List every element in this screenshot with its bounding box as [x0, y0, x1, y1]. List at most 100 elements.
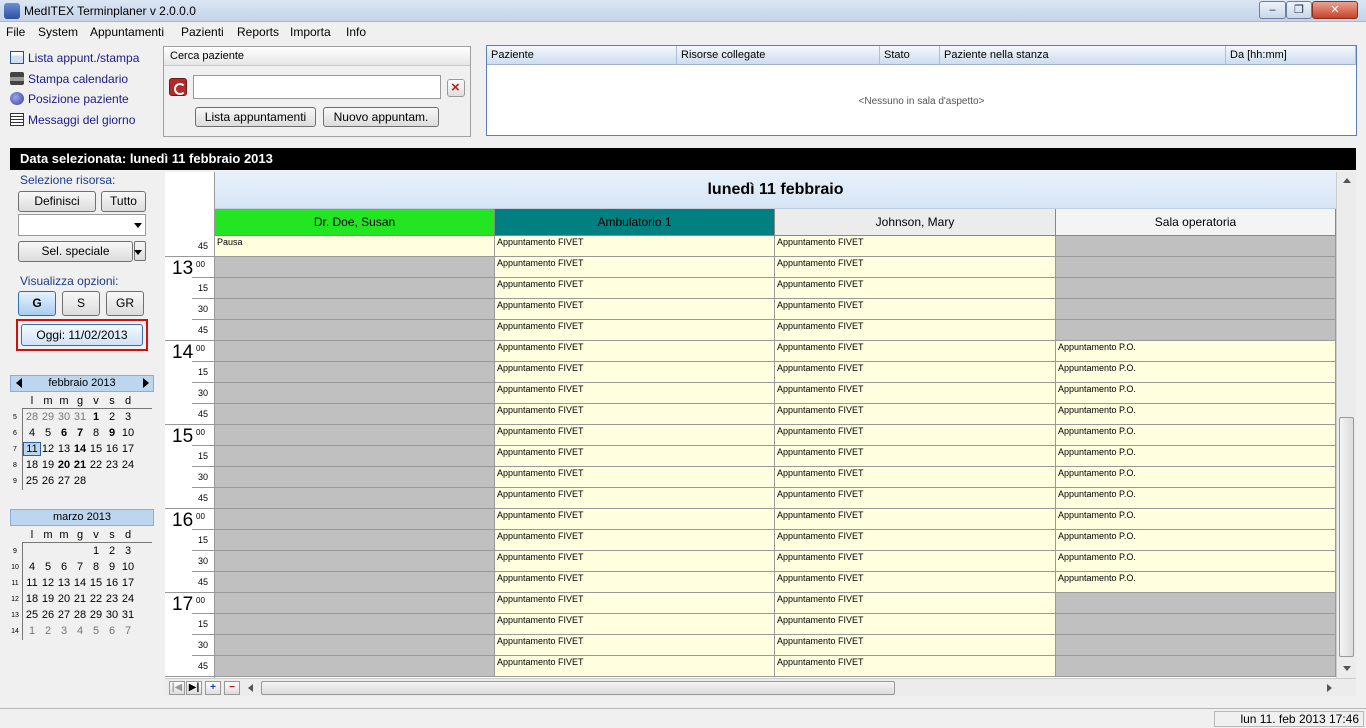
appointment-slot[interactable]: Appuntamento FIVET: [775, 530, 1056, 551]
calendar-day[interactable]: 23: [104, 593, 120, 605]
calendar-day[interactable]: 25: [24, 609, 40, 621]
calendar-day[interactable]: 26: [40, 475, 56, 487]
calendar-day[interactable]: 19: [40, 459, 56, 471]
calendar-day[interactable]: 14: [72, 577, 88, 589]
calendar-day[interactable]: 20: [56, 593, 72, 605]
calendar-day[interactable]: 25: [24, 475, 40, 487]
scroll-left-icon[interactable]: [248, 684, 253, 692]
unavailable-slot[interactable]: [215, 362, 495, 383]
define-button[interactable]: Definisci: [18, 191, 96, 212]
calendar-day[interactable]: 7: [72, 561, 88, 573]
calendar-day[interactable]: 6: [56, 427, 72, 439]
appointment-slot[interactable]: Appuntamento FIVET: [775, 362, 1056, 383]
appointment-slot[interactable]: Appuntamento FIVET: [775, 635, 1056, 656]
unavailable-slot[interactable]: [215, 488, 495, 509]
calendar-day[interactable]: 4: [24, 561, 40, 573]
calendar-day[interactable]: 17: [120, 577, 136, 589]
calendar-day[interactable]: 21: [72, 593, 88, 605]
calendar-day[interactable]: 30: [104, 609, 120, 621]
calendar-day[interactable]: 1: [88, 545, 104, 557]
resource-dropdown[interactable]: [18, 214, 146, 236]
unavailable-slot[interactable]: [215, 341, 495, 362]
calendar-day[interactable]: 13: [56, 577, 72, 589]
unavailable-slot[interactable]: [215, 383, 495, 404]
appointment-slot[interactable]: Pausa: [215, 236, 495, 257]
resource-header[interactable]: Johnson, Mary: [775, 209, 1056, 236]
unavailable-slot[interactable]: [1056, 236, 1336, 257]
next-month-icon[interactable]: [143, 378, 149, 388]
first-icon[interactable]: |◀: [169, 681, 185, 695]
appointment-slot[interactable]: Appuntamento FIVET: [775, 572, 1056, 593]
column-header-da[interactable]: Da [hh:mm]: [1226, 46, 1356, 65]
appointment-slot[interactable]: Appuntamento FIVET: [495, 404, 775, 425]
unavailable-slot[interactable]: [215, 614, 495, 635]
calendar-day[interactable]: 15: [88, 443, 104, 455]
calendar-day[interactable]: 26: [40, 609, 56, 621]
calendar-day[interactable]: 17: [120, 443, 136, 455]
calendar-day[interactable]: 23: [104, 459, 120, 471]
calendar-day[interactable]: 8: [88, 561, 104, 573]
calendar-day[interactable]: 5: [40, 561, 56, 573]
unavailable-slot[interactable]: [215, 404, 495, 425]
link-stampa-calendario[interactable]: Stampa calendario: [10, 72, 128, 88]
unavailable-slot[interactable]: [215, 530, 495, 551]
appointment-slot[interactable]: Appuntamento FIVET: [495, 614, 775, 635]
calendar-day[interactable]: 3: [120, 411, 136, 423]
calendar-day[interactable]: 19: [40, 593, 56, 605]
unavailable-slot[interactable]: [1056, 299, 1336, 320]
calendar-day[interactable]: 9: [104, 427, 120, 439]
appointment-slot[interactable]: Appuntamento FIVET: [775, 467, 1056, 488]
calendar-day[interactable]: 28: [72, 475, 88, 487]
calendar-day[interactable]: 3: [120, 545, 136, 557]
patient-search-input[interactable]: [193, 75, 441, 99]
close-button[interactable]: ✕: [1312, 1, 1358, 19]
appointment-slot[interactable]: Appuntamento FIVET: [495, 341, 775, 362]
appointment-slot[interactable]: Appuntamento FIVET: [775, 320, 1056, 341]
add-icon[interactable]: +: [205, 681, 221, 695]
calendar-day[interactable]: 5: [88, 625, 104, 637]
appointment-slot[interactable]: Appuntamento FIVET: [775, 278, 1056, 299]
appointment-slot[interactable]: Appuntamento FIVET: [775, 425, 1056, 446]
appointment-slot[interactable]: Appuntamento FIVET: [495, 320, 775, 341]
appointment-slot[interactable]: Appuntamento FIVET: [495, 425, 775, 446]
calendar-day[interactable]: 24: [120, 459, 136, 471]
menu-importa[interactable]: Importa: [290, 25, 331, 39]
unavailable-slot[interactable]: [215, 572, 495, 593]
calendar-day[interactable]: 16: [104, 577, 120, 589]
unavailable-slot[interactable]: [215, 425, 495, 446]
appointment-slot[interactable]: Appuntamento FIVET: [495, 530, 775, 551]
unavailable-slot[interactable]: [215, 551, 495, 572]
appointment-slot[interactable]: Appuntamento FIVET: [495, 551, 775, 572]
clear-search-icon[interactable]: [447, 79, 465, 97]
calendar-day[interactable]: 6: [56, 561, 72, 573]
unavailable-slot[interactable]: [1056, 614, 1336, 635]
unavailable-slot[interactable]: [215, 593, 495, 614]
calendar-day[interactable]: 10: [120, 561, 136, 573]
appointment-slot[interactable]: Appuntamento P.O.: [1056, 572, 1336, 593]
calendar-day[interactable]: 4: [24, 427, 40, 439]
appointment-slot[interactable]: Appuntamento P.O.: [1056, 425, 1336, 446]
unavailable-slot[interactable]: [1056, 278, 1336, 299]
calendar-day[interactable]: 22: [88, 459, 104, 471]
special-selection-button[interactable]: Sel. speciale: [18, 241, 133, 262]
unavailable-slot[interactable]: [215, 656, 495, 677]
appointment-slot[interactable]: Appuntamento FIVET: [495, 362, 775, 383]
calendar-day[interactable]: 2: [104, 545, 120, 557]
calendar-day[interactable]: 2: [40, 625, 56, 637]
calendar-day[interactable]: 12: [40, 443, 56, 455]
calendar-day[interactable]: 7: [72, 427, 88, 439]
menu-info[interactable]: Info: [346, 25, 366, 39]
scroll-thumb[interactable]: [1339, 417, 1354, 657]
column-header-paziente[interactable]: Paziente: [487, 46, 677, 65]
calendar-day[interactable]: 6: [104, 625, 120, 637]
calendar-day[interactable]: 8: [88, 427, 104, 439]
appointment-slot[interactable]: Appuntamento FIVET: [775, 509, 1056, 530]
menu-reports[interactable]: Reports: [237, 25, 279, 39]
calendar-day[interactable]: 24: [120, 593, 136, 605]
appointment-slot[interactable]: Appuntamento FIVET: [775, 299, 1056, 320]
horizontal-scrollbar[interactable]: |◀ ▶| + −: [165, 678, 1356, 696]
appointment-slot[interactable]: Appuntamento FIVET: [775, 257, 1056, 278]
appointment-slot[interactable]: Appuntamento P.O.: [1056, 362, 1336, 383]
appointment-list-button[interactable]: Lista appuntamenti: [195, 107, 316, 127]
unavailable-slot[interactable]: [215, 320, 495, 341]
